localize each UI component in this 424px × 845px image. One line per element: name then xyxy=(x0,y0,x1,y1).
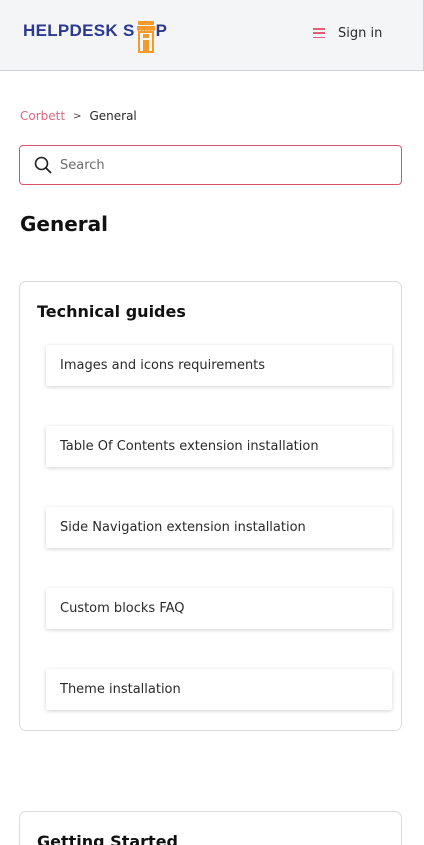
shop-storefront-icon xyxy=(136,21,156,53)
logo-text-left: HELPDESK S xyxy=(23,21,135,40)
search-box xyxy=(19,145,402,185)
breadcrumb-current: General xyxy=(89,109,137,123)
search-icon xyxy=(34,156,52,174)
signin-area: Sign in xyxy=(313,24,382,42)
hamburger-menu-icon[interactable] xyxy=(313,28,325,38)
search-input[interactable] xyxy=(60,146,395,184)
breadcrumb-separator: > xyxy=(73,110,82,122)
article-link[interactable]: Side Navigation extension installation xyxy=(46,507,392,548)
page-title: General xyxy=(20,212,108,236)
article-link[interactable]: Images and icons requirements xyxy=(46,345,392,386)
section-getting-started: Getting Started xyxy=(19,811,402,845)
signin-link[interactable]: Sign in xyxy=(338,26,382,41)
article-link[interactable]: Custom blocks FAQ xyxy=(46,588,392,629)
site-logo[interactable]: HELPDESK S P xyxy=(23,14,168,53)
breadcrumb: Corbett > General xyxy=(20,108,137,124)
site-header: HELPDESK S P Sign in xyxy=(0,0,424,71)
article-link[interactable]: Table Of Contents extension installation xyxy=(46,426,392,467)
section-title: Technical guides xyxy=(37,302,186,321)
article-link[interactable]: Theme installation xyxy=(46,669,392,710)
section-title: Getting Started xyxy=(37,832,178,845)
breadcrumb-parent-link[interactable]: Corbett xyxy=(20,109,65,123)
section-technical-guides: Technical guides Images and icons requir… xyxy=(19,281,402,731)
logo-text-right: P xyxy=(155,21,168,40)
